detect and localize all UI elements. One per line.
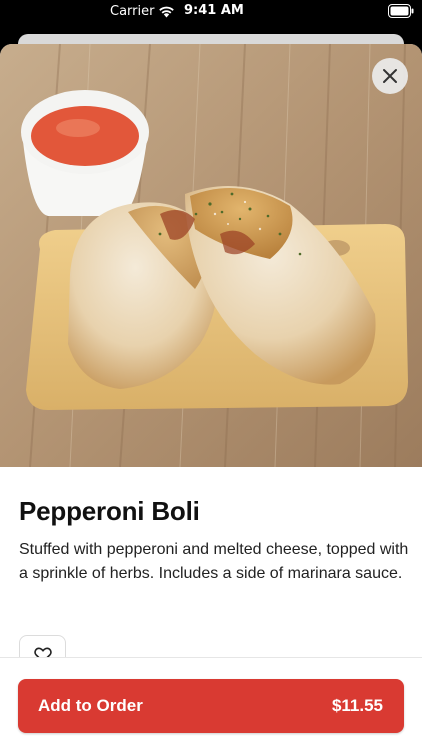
bottom-bar: Add to Order $11.55 (0, 657, 422, 750)
status-bar: Carrier 9:41 AM (0, 0, 422, 24)
battery-icon (388, 4, 414, 18)
wifi-icon (159, 6, 174, 18)
status-time: 9:41 AM (184, 3, 244, 18)
close-button[interactable] (372, 58, 408, 94)
product-sheet: Pepperoni Boli Stuffed with pepperoni an… (0, 44, 422, 750)
price-label: $11.55 (331, 696, 383, 715)
close-icon (383, 69, 397, 83)
add-to-order-button[interactable]: Add to Order $11.55 (18, 679, 404, 733)
product-description: Stuffed with pepperoni and melted cheese… (19, 541, 409, 582)
carrier-label: Carrier (110, 4, 155, 19)
add-to-order-label: Add to Order (38, 696, 143, 715)
product-image (0, 44, 422, 467)
product-title: Pepperoni Boli (19, 496, 200, 526)
